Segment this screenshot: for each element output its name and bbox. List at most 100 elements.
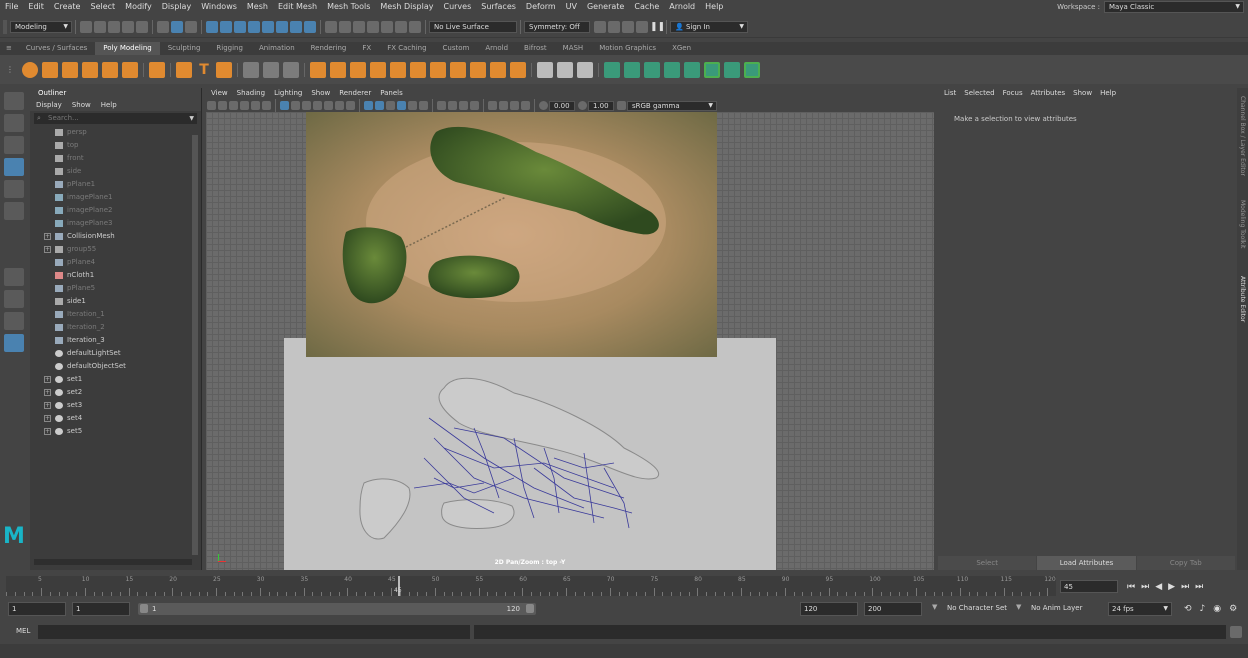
menu-uv[interactable]: UV — [561, 0, 582, 14]
attribute-editor-tab[interactable]: Attribute Editor — [1239, 276, 1246, 322]
range-slider[interactable]: 1 120 — [138, 603, 536, 615]
safe-title-icon[interactable] — [346, 101, 355, 110]
exposure-field[interactable]: 0.00 — [549, 100, 575, 111]
type-icon[interactable]: T — [196, 62, 212, 78]
symmetry-dropdown[interactable]: Symmetry: Off — [524, 20, 590, 33]
move-tool-icon[interactable] — [4, 158, 24, 176]
expand-icon[interactable]: + — [44, 415, 51, 422]
expand-icon[interactable]: + — [44, 376, 51, 383]
outliner-item[interactable]: nCloth1 — [30, 269, 201, 282]
svg-icon[interactable] — [216, 61, 232, 78]
use-lights-icon[interactable] — [408, 101, 417, 110]
outliner-item[interactable]: front — [30, 152, 201, 165]
menu-select[interactable]: Select — [85, 0, 120, 14]
xray-components-icon[interactable] — [521, 101, 530, 110]
viewport-menu-lighting[interactable]: Lighting — [274, 88, 302, 99]
attr-menu-focus[interactable]: Focus — [1003, 88, 1023, 99]
shelf-tab-custom[interactable]: Custom — [435, 42, 478, 55]
snap-projected-icon[interactable] — [248, 20, 260, 33]
viewport-menu-panels[interactable]: Panels — [380, 88, 403, 99]
shelf-menu-icon[interactable]: ⋮ — [6, 65, 14, 74]
textured-icon[interactable] — [397, 101, 406, 110]
isolate-select-icon[interactable] — [488, 101, 497, 110]
gamma-field[interactable]: 1.00 — [588, 100, 614, 111]
extrude-icon[interactable] — [370, 61, 386, 78]
shelf-tab-fx[interactable]: FX — [354, 42, 379, 55]
preferences-icon[interactable]: ⚙ — [1229, 604, 1237, 614]
outliner-item[interactable]: pPlane1 — [30, 178, 201, 191]
poly-plane-icon[interactable] — [102, 61, 118, 78]
depth-of-field-icon[interactable] — [470, 101, 479, 110]
poly-torus-icon[interactable] — [122, 61, 138, 78]
film-gate-icon[interactable] — [291, 101, 300, 110]
outliner-scrollbar[interactable] — [192, 135, 198, 555]
image-plane-icon[interactable] — [240, 101, 249, 110]
outliner-item[interactable]: + set3 — [30, 399, 201, 412]
copy-tab-button[interactable]: Copy Tab — [1136, 556, 1235, 570]
field-chart-icon[interactable] — [324, 101, 333, 110]
snap-view-plane-icon[interactable] — [262, 20, 274, 33]
save-scene-icon[interactable] — [108, 20, 120, 33]
resolution-gate-icon[interactable] — [302, 101, 311, 110]
live-surface-field[interactable]: No Live Surface — [429, 20, 517, 33]
separate-icon[interactable] — [263, 61, 279, 78]
outliner-item[interactable]: + CollisionMesh — [30, 230, 201, 243]
outliner-item[interactable]: side1 — [30, 295, 201, 308]
shelf-tab-rigging[interactable]: Rigging — [208, 42, 251, 55]
outliner-hscroll[interactable] — [34, 559, 192, 565]
select-tool-icon[interactable] — [4, 92, 24, 110]
current-frame-field[interactable]: 45 — [1060, 580, 1118, 593]
outliner-search-input[interactable]: ⌕ Search... ▼ — [34, 113, 197, 124]
viewport-menu-renderer[interactable]: Renderer — [339, 88, 371, 99]
lasso-tool-icon[interactable] — [4, 114, 24, 132]
spherical-uv-icon[interactable] — [644, 61, 660, 78]
gamma-icon[interactable] — [578, 101, 587, 110]
extract-icon[interactable] — [330, 61, 346, 78]
menu-deform[interactable]: Deform — [521, 0, 561, 14]
outliner-item[interactable]: defaultLightSet — [30, 347, 201, 360]
four-view-layout-icon[interactable] — [4, 290, 24, 308]
animation-end-field[interactable]: 200 — [864, 602, 922, 616]
outliner-item[interactable]: pPlane4 — [30, 256, 201, 269]
select-component-icon[interactable] — [185, 20, 197, 33]
bevel-icon[interactable] — [390, 61, 406, 78]
outliner-item[interactable]: + set5 — [30, 425, 201, 438]
automatic-uv-icon[interactable] — [664, 61, 680, 78]
attr-menu-list[interactable]: List — [944, 88, 956, 99]
channel-box-tab[interactable]: Channel Box / Layer Editor — [1239, 96, 1246, 176]
quad-draw-icon[interactable] — [510, 61, 526, 78]
sign-in-dropdown[interactable]: 👤 Sign In ▼ — [670, 20, 748, 33]
poly-cylinder-icon[interactable] — [62, 61, 78, 78]
history-icon[interactable] — [304, 20, 316, 33]
range-end-handle[interactable] — [526, 604, 534, 613]
connect-icon[interactable] — [490, 61, 506, 78]
render-current-icon[interactable] — [381, 20, 393, 33]
shelf-options-icon[interactable]: ≡ — [0, 42, 18, 55]
motion-blur-icon[interactable] — [448, 101, 457, 110]
time-ruler[interactable]: 5 10 15 20 25 30 35 40 45 50 55 60 65 70 75 80 85 90 95 100… — [6, 576, 1056, 596]
shelf-tab-curves-surfaces[interactable]: Curves / Surfaces — [18, 42, 95, 55]
range-start-handle[interactable] — [140, 604, 148, 613]
poly-sphere-icon[interactable] — [22, 61, 38, 78]
expand-icon[interactable]: + — [44, 402, 51, 409]
loop-icon[interactable]: ⟲ — [1184, 604, 1192, 614]
open-scene-icon[interactable] — [94, 20, 106, 33]
outliner-item[interactable]: + set1 — [30, 373, 201, 386]
menu-create[interactable]: Create — [49, 0, 86, 14]
attr-menu-selected[interactable]: Selected — [964, 88, 994, 99]
pause-icon[interactable]: ❚❚ — [650, 21, 665, 33]
persp-outliner-layout-icon[interactable] — [4, 312, 24, 330]
mirror-icon[interactable] — [243, 61, 259, 78]
outliner-item[interactable]: Iteration_1 — [30, 308, 201, 321]
show-modeling-toolkit-icon[interactable] — [608, 20, 620, 33]
multi-cut-icon[interactable] — [450, 61, 466, 78]
viewport-menu-view[interactable]: View — [211, 88, 228, 99]
poly-cone-icon[interactable] — [82, 61, 98, 78]
playback-end-field[interactable]: 120 — [800, 602, 858, 616]
smooth-shade-icon[interactable] — [375, 101, 384, 110]
screen-space-ao-icon[interactable] — [437, 101, 446, 110]
select-button[interactable]: Select — [938, 556, 1037, 570]
snap-grid-icon[interactable] — [206, 20, 218, 33]
command-input[interactable] — [38, 625, 470, 639]
select-object-icon[interactable] — [171, 20, 183, 33]
